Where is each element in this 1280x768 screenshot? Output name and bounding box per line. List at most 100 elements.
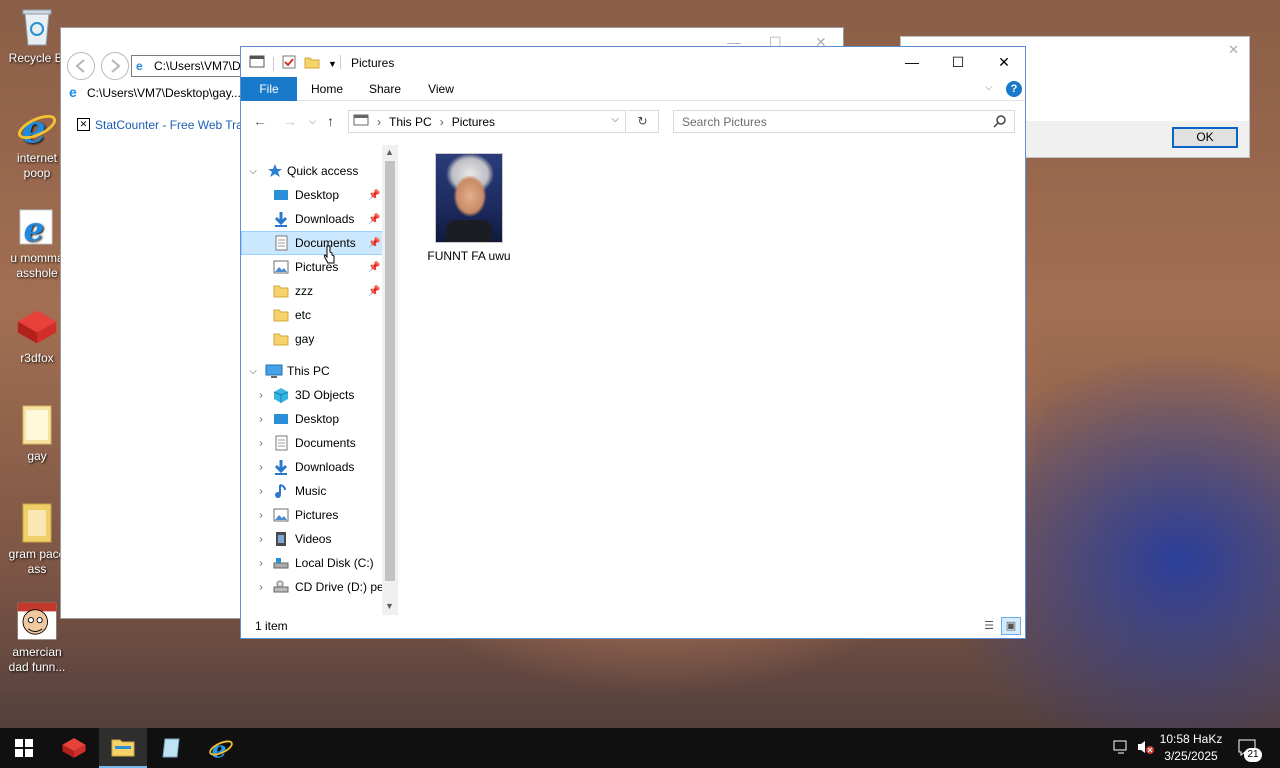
statcounter-link[interactable]: ✕ StatCounter - Free Web Track [75,118,255,132]
forward-icon[interactable]: → [283,113,297,129]
nav-item-pictures[interactable]: Pictures 📌 [241,255,383,279]
tab-file[interactable]: File [241,77,297,101]
forward-button[interactable] [101,52,129,80]
expand-ribbon-icon[interactable]: ⌵ [985,82,993,93]
ie-tab-title: C:\Users\VM7\Desktop\gay... [87,86,241,100]
ie-tab[interactable]: e C:\Users\VM7\Desktop\gay... [65,82,265,104]
large-icons-view-icon[interactable]: ▣ [1001,617,1021,635]
nav-item-pc-documents[interactable]: › Documents [241,431,383,455]
chevron-right-icon[interactable]: › [255,486,267,497]
nav-item-etc[interactable]: etc [241,303,383,327]
chevron-right-icon[interactable]: › [255,582,267,593]
action-center-button[interactable]: 21 [1238,739,1262,768]
close-button[interactable]: ✕ [981,47,1027,77]
pin-icon[interactable]: 📌 [368,262,380,273]
chevron-right-icon[interactable]: › [255,462,267,473]
refresh-icon: ↻ [637,114,648,128]
mouse-cursor-icon [323,245,336,265]
network-icon[interactable] [1112,739,1130,768]
file-list[interactable]: FUNNT FA uwu [401,143,1025,615]
nav-item-desktop[interactable]: Desktop 📌 [241,183,383,207]
back-button[interactable] [67,52,95,80]
taskbar-file-explorer[interactable] [99,728,147,768]
search-box[interactable]: Search Pictures [673,110,1015,133]
folder-icon [273,283,289,299]
3d-objects-icon [273,387,289,403]
properties-icon[interactable] [282,55,296,72]
tab-home[interactable]: Home [303,77,351,101]
file-item[interactable]: FUNNT FA uwu [427,153,511,263]
refresh-button[interactable]: ↻ [627,110,659,133]
scroll-down-icon[interactable]: ▼ [385,601,394,611]
pin-icon[interactable]: 📌 [368,286,380,297]
file-name: FUNNT FA uwu [427,249,511,263]
minimize-button[interactable]: — [889,47,935,77]
start-button[interactable] [0,728,48,768]
window-menu-icon[interactable] [249,55,265,72]
pin-icon[interactable]: 📌 [368,238,380,249]
breadcrumb-pictures[interactable]: Pictures [452,115,495,129]
breadcrumb-separator-icon: › [377,114,381,129]
scrollbar-thumb[interactable] [385,161,395,581]
nav-item-pc-pictures[interactable]: › Pictures [241,503,383,527]
windows-logo-icon [15,739,33,757]
dialog-close-icon[interactable]: ✕ [1228,42,1239,58]
nav-item-pc-downloads[interactable]: › Downloads [241,455,383,479]
cd-drive-icon [273,579,289,595]
nav-item-zzz[interactable]: zzz 📌 [241,279,383,303]
chevron-right-icon[interactable]: › [255,558,267,569]
up-icon[interactable]: ↑ [327,113,334,129]
new-folder-icon[interactable] [304,55,320,72]
nav-item-downloads[interactable]: Downloads 📌 [241,207,383,231]
chevron-right-icon[interactable]: › [255,438,267,449]
downloads-icon [273,459,289,475]
nav-quick-access[interactable]: ⌵ Quick access [241,159,383,183]
clock-time: 10:58 HaKz [1159,732,1223,746]
folder-icon [16,404,58,446]
address-dropdown-icon[interactable]: ⌵ [611,114,619,125]
details-view-icon[interactable]: ☰ [979,617,999,635]
internet-explorer-icon: e [209,735,233,761]
nav-item-gay[interactable]: gay [241,327,383,351]
nav-item-local-disk[interactable]: › Local Disk (C:) [241,551,383,575]
nav-item-pc-desktop[interactable]: › Desktop [241,407,383,431]
chevron-down-icon[interactable]: ⌵ [247,366,259,377]
navigation-pane[interactable]: ⌵ Quick access Desktop 📌 Downloads 📌 Doc… [241,143,397,615]
taskbar-internet-explorer[interactable]: e [197,728,245,768]
help-icon[interactable]: ? [1006,81,1022,97]
clock[interactable]: 10:58 HaKz 3/25/2025 [1158,731,1224,765]
taskbar-r3dfox[interactable] [50,728,98,768]
nav-item-3d-objects[interactable]: › 3D Objects [241,383,383,407]
maximize-button[interactable]: ☐ [935,47,981,77]
recycle-bin-icon [16,6,58,48]
taskbar-notepad[interactable] [148,728,196,768]
nav-this-pc[interactable]: ⌵ This PC [241,359,383,383]
svg-text:e: e [24,210,45,248]
nav-item-documents[interactable]: Documents 📌 [241,231,383,255]
pin-icon[interactable]: 📌 [368,190,380,201]
tab-share[interactable]: Share [361,77,409,101]
star-icon [267,163,283,179]
ok-button[interactable]: OK [1172,127,1238,148]
chevron-right-icon[interactable]: › [255,414,267,425]
customize-toolbar-icon[interactable]: ▼ [328,59,337,69]
scroll-up-icon[interactable]: ▲ [385,147,394,157]
chevron-right-icon[interactable]: › [255,534,267,545]
pin-icon[interactable]: 📌 [368,214,380,225]
tab-view[interactable]: View [417,77,465,101]
file-explorer-window[interactable]: ▼ Pictures — ☐ ✕ File Home Share View ⌵ … [240,46,1026,639]
breadcrumb[interactable]: › This PC › Pictures ⌵ [348,110,626,133]
volume-muted-icon[interactable] [1136,739,1154,768]
back-icon[interactable]: ← [253,113,267,129]
recent-locations-icon[interactable]: ⌵ [309,116,316,127]
breadcrumb-this-pc[interactable]: This PC [389,115,432,129]
nav-item-cd-drive[interactable]: › CD Drive (D:) pe [241,575,383,599]
statcounter-link-text: StatCounter - Free Web Track [95,118,255,132]
nav-item-music[interactable]: › Music [241,479,383,503]
nav-item-videos[interactable]: › Videos [241,527,383,551]
chevron-right-icon[interactable]: › [255,510,267,521]
nav-pane-scrollbar[interactable]: ▲ ▼ [382,145,398,615]
chevron-down-icon[interactable]: ⌵ [247,166,259,177]
ie-address-text: C:\Users\VM7\D [154,59,241,73]
chevron-right-icon[interactable]: › [255,390,267,401]
